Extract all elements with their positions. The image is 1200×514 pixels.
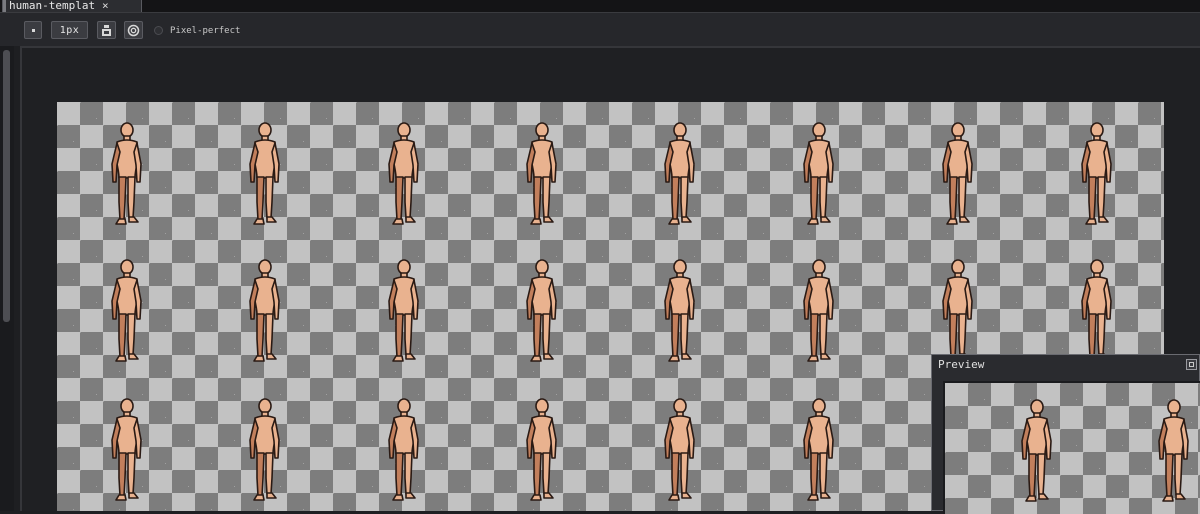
- spray-icon: [127, 24, 140, 36]
- sprite-frame-figure: [520, 396, 564, 506]
- preview-title: Preview: [938, 358, 985, 371]
- sprite-frame-figure: [936, 257, 980, 367]
- brush-size-value: 1px: [59, 24, 80, 36]
- timeline-scrollbar[interactable]: [0, 46, 14, 511]
- ink-button[interactable]: [97, 21, 116, 39]
- sprite-frame-figure: [520, 257, 564, 367]
- sprite-frame-figure: [936, 120, 980, 230]
- sprite-frame-figure: [105, 120, 149, 230]
- spray-mode-button[interactable]: [124, 21, 143, 39]
- brush-size-field[interactable]: 1px: [51, 21, 88, 39]
- sprite-frame-figure: [797, 257, 841, 367]
- pixel-perfect-checkbox[interactable]: [154, 26, 163, 35]
- context-toolbar: 1px Pixel-perfect: [0, 13, 1200, 46]
- sprite-frame-figure: [658, 396, 702, 506]
- sprite-frame-figure: [382, 396, 426, 506]
- sprite-frame-figure: [105, 396, 149, 506]
- tab-bar: human-templat ×: [0, 0, 1200, 13]
- sprite-frame-figure: [797, 396, 841, 506]
- ink-bottle-icon: [102, 24, 111, 36]
- sprite-frame-figure: [797, 120, 841, 230]
- sprite-frame-figure: [382, 120, 426, 230]
- sprite-frame-figure: [382, 257, 426, 367]
- brush-type-button[interactable]: [24, 21, 42, 39]
- brush-dot-icon: [31, 28, 35, 32]
- sprite-frame-figure: [658, 257, 702, 367]
- sprite-frame-figure: [520, 120, 564, 230]
- tab-marker: [3, 0, 6, 12]
- sprite-frame-figure: [243, 120, 287, 230]
- sprite-frame-figure: [243, 257, 287, 367]
- tab-close-icon[interactable]: ×: [102, 0, 109, 12]
- preview-canvas: [943, 381, 1200, 514]
- scrollbar-thumb[interactable]: [3, 50, 10, 322]
- preview-sprite-figure: [1152, 397, 1196, 507]
- tab-title: human-templat: [9, 0, 96, 12]
- document-tab[interactable]: human-templat ×: [2, 0, 142, 12]
- sprite-frame-figure: [1075, 257, 1119, 367]
- sprite-frame-figure: [658, 120, 702, 230]
- sprite-frame-figure: [1075, 120, 1119, 230]
- pixel-perfect-label: Pixel-perfect: [170, 26, 241, 36]
- sprite-frame-figure: [105, 257, 149, 367]
- preview-maximize-icon[interactable]: [1186, 359, 1197, 370]
- preview-sprite-figure: [1015, 397, 1059, 507]
- preview-window[interactable]: Preview: [931, 354, 1200, 514]
- sprite-frame-figure: [243, 396, 287, 506]
